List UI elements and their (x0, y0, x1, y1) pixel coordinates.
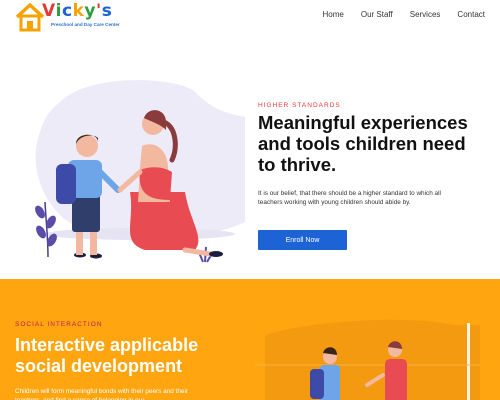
site-header: Vicky's Preschool and Day Care Center Ho… (0, 0, 500, 34)
nav-our-staff[interactable]: Our Staff (361, 10, 393, 19)
brand-name: Vicky's (42, 1, 112, 21)
social-section: SOCIAL INTERACTION Interactive applicabl… (0, 279, 500, 400)
hero-section: HIGHER STANDARDS Meaningful experiences … (0, 34, 500, 279)
hero-headline: Meaningful experiences and tools childre… (258, 112, 468, 175)
enroll-now-button[interactable]: Enroll Now (258, 230, 347, 250)
brand-letter: k (72, 1, 85, 21)
brand-logo[interactable]: Vicky's Preschool and Day Care Center (15, 1, 135, 32)
social-paragraph: Children will form meaningful bonds with… (15, 388, 188, 400)
social-headline: Interactive applicable social developmen… (15, 335, 199, 376)
brand-letter: c (62, 1, 73, 21)
brand-letter: y (84, 1, 96, 21)
social-eyebrow: SOCIAL INTERACTION (15, 321, 103, 328)
teacher-child-illustration (35, 80, 245, 263)
brand-letter: V (42, 1, 56, 21)
hero-paragraph: It is our belief, that there should be a… (258, 190, 441, 207)
nav-services[interactable]: Services (410, 10, 441, 19)
children-playing-illustration (255, 319, 480, 400)
nav-home[interactable]: Home (323, 10, 344, 19)
nav-contact[interactable]: Contact (457, 10, 485, 19)
hero-eyebrow: HIGHER STANDARDS (258, 102, 341, 109)
main-nav: Home Our Staff Services Contact (306, 10, 485, 19)
house-icon (15, 3, 45, 32)
brand-tagline: Preschool and Day Care Center (51, 22, 120, 27)
brand-letter: s (101, 1, 113, 21)
